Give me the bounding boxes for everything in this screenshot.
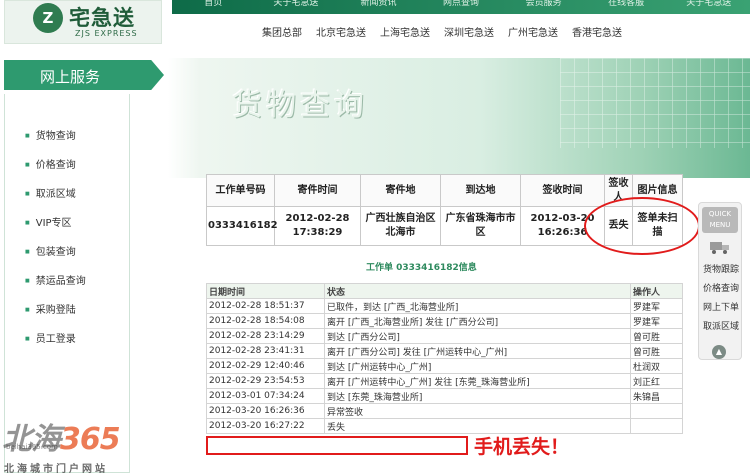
sub-nav-guangzhou[interactable]: 广州宅急送 [508,24,558,39]
table-row: 2012-02-28 18:54:08 离开 [广西_北海营业所] 发往 [广西… [206,313,683,329]
tracking-operator: 罗建军 [630,313,683,329]
sidebar-item-delivery-area[interactable]: 取派区域 [25,185,76,200]
watermark-url: beihai365.com [6,443,58,451]
top-nav-item[interactable]: 网点查询 [420,0,503,12]
send-time: 2012-02-28 17:38:29 [274,206,361,246]
column-header: 工作单号码 [206,173,275,208]
tracking-operator: 曾可胜 [630,343,683,359]
tracking-time: 2012-02-28 23:41:31 [206,343,325,359]
sub-nav-shanghai[interactable]: 上海宅急送 [380,24,430,39]
tracking-status: 异常签收 [324,403,631,419]
sidebar-item-cargo-query[interactable]: 货物查询 [25,127,76,142]
tracking-operator: 罗建军 [630,298,683,314]
signer-highlight-circle [584,197,700,255]
tracking-operator [630,403,683,419]
sidebar-title-tab: 网上服务 [4,60,164,90]
tracking-time: 2012-03-20 16:26:36 [206,403,325,419]
table-row: 2012-03-01 07:34:24 到达 [东莞_珠海营业所] 朱锦昌 [206,388,683,404]
tracking-table: 日期时间 状态 操作人 2012-02-28 18:51:37 已取件，到达 [… [206,283,683,434]
annotation-text: 手机丢失！ [474,436,570,458]
table-row: 2012-02-29 23:54:53 离开 [广州运转中心_广州] 发往 [东… [206,373,683,389]
column-header: 签收时间 [520,173,605,208]
tracking-time: 2012-02-28 18:51:37 [206,298,325,314]
tracking-operator: 曾可胜 [630,328,683,344]
waybill-number: 0333416182 [206,206,278,246]
tracking-time: 2012-03-20 16:27:22 [206,418,325,434]
waybill-info-title: 工作单 0333416182信息 [366,263,477,273]
tracking-time: 2012-02-29 12:40:46 [206,358,325,374]
sub-nav-headquarters[interactable]: 集团总部 [262,24,302,39]
tracking-time: 2012-02-29 23:54:53 [206,373,325,389]
quick-menu-header: QUICK MENU [702,207,738,233]
sub-nav: 集团总部 北京宅急送 上海宅急送 深圳宅急送 广州宅急送 香港宅急送 [262,24,622,39]
destination: 广东省珠海市市区 [440,206,521,246]
sidebar-title: 网上服务 [40,68,101,86]
column-header: 日期时间 [206,283,325,299]
sidebar-item-procurement[interactable]: 采购登陆 [25,301,76,316]
top-nav-item[interactable]: 关于宅急送 [667,0,750,12]
tracking-time: 2012-03-01 07:34:24 [206,388,325,404]
sidebar-item-staff-login[interactable]: 员工登录 [25,330,76,345]
sidebar-item-vip[interactable]: VIP专区 [25,214,72,229]
sub-nav-shenzhen[interactable]: 深圳宅急送 [444,24,494,39]
tracking-status: 离开 [广州运转中心_广州] 发往 [东莞_珠海营业所] [324,373,631,389]
quick-menu-order[interactable]: 网上下单 [701,300,741,313]
origin: 广西壮族自治区北海市 [360,206,441,246]
table-row: 2012-03-20 16:27:22 丢失 [206,418,683,434]
table-row: 2012-03-20 16:26:36 异常签收 [206,403,683,419]
abnormal-sign-highlight-box [206,436,468,455]
tracking-status: 到达 [广州运转中心_广州] [324,358,631,374]
sidebar-item-prohibited[interactable]: 禁运品查询 [25,272,86,287]
watermark-brand: 北海 [2,422,61,457]
quick-menu: QUICK MENU 货物跟踪 价格查询 网上下单 取派区域 ▲ [698,202,742,360]
top-nav-item[interactable]: 在线客服 [585,0,668,12]
logo[interactable]: Z 宅急送 ZJS EXPRESS [4,0,162,44]
column-header: 状态 [324,283,631,299]
watermark-tagline: 北海城市门户网站 [4,464,108,473]
logo-text: 宅急送 [69,5,135,30]
table-row: 2012-02-28 23:14:29 到达 [广西分公司] 曾可胜 [206,328,683,344]
tracking-operator: 朱锦昌 [630,388,683,404]
tracking-operator: 杜润双 [630,358,683,374]
sidebar-item-packaging[interactable]: 包装查询 [25,243,76,258]
quick-menu-price[interactable]: 价格查询 [701,281,741,294]
column-header: 寄件时间 [274,173,361,208]
table-header-row: 日期时间 状态 操作人 [206,283,683,299]
top-nav-item[interactable]: 关于宅急送 [255,0,338,12]
tracking-status: 离开 [广西分公司] 发往 [广州运转中心_广州] [324,343,631,359]
top-nav: 首页 关于宅急送 新闻资讯 网点查询 会员服务 在线客服 关于宅急送 [172,0,750,12]
quick-menu-area[interactable]: 取派区域 [701,319,741,332]
column-header: 操作人 [630,283,683,299]
logo-mark-icon: Z [33,3,63,33]
tracking-operator [630,418,683,434]
column-header: 到达地 [440,173,521,208]
banner-pattern [560,58,750,148]
table-row: 2012-02-29 12:40:46 到达 [广州运转中心_广州] 杜润双 [206,358,683,374]
top-nav-item[interactable]: 首页 [172,0,255,12]
tracking-time: 2012-02-28 18:54:08 [206,313,325,329]
tracking-time: 2012-02-28 23:14:29 [206,328,325,344]
sub-nav-beijing[interactable]: 北京宅急送 [316,24,366,39]
tracking-status: 离开 [广西_北海营业所] 发往 [广西分公司] [324,313,631,329]
tracking-operator: 刘正红 [630,373,683,389]
top-nav-item[interactable]: 会员服务 [502,0,585,12]
truck-icon [709,239,731,255]
watermark-logo: 北海365 [2,414,121,458]
sidebar-item-price-query[interactable]: 价格查询 [25,156,76,171]
sub-nav-hongkong[interactable]: 香港宅急送 [572,24,622,39]
page-title: 货物查询 [232,88,368,123]
tracking-status: 已取件，到达 [广西_北海营业所] [324,298,631,314]
quick-menu-tracking[interactable]: 货物跟踪 [701,262,741,275]
logo-subtitle: ZJS EXPRESS [75,29,138,38]
column-header: 寄件地 [360,173,441,208]
watermark-number: 365 [60,422,121,457]
scroll-up-icon[interactable]: ▲ [712,345,726,359]
top-nav-item[interactable]: 新闻资讯 [337,0,420,12]
tracking-status: 到达 [东莞_珠海营业所] [324,388,631,404]
table-row: 2012-02-28 18:51:37 已取件，到达 [广西_北海营业所] 罗建… [206,298,683,314]
site-header: Z 宅急送 ZJS EXPRESS 首页 关于宅急送 新闻资讯 网点查询 会员服… [0,0,750,48]
tracking-status: 到达 [广西分公司] [324,328,631,344]
table-row: 2012-02-28 23:41:31 离开 [广西分公司] 发往 [广州运转中… [206,343,683,359]
